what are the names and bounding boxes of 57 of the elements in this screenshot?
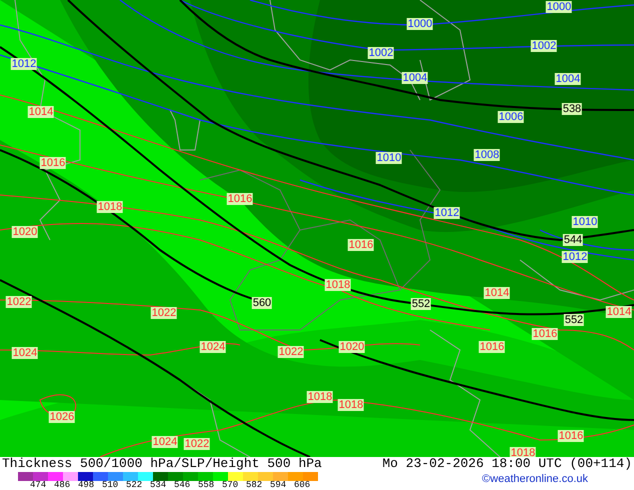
contour-label: 1022	[150, 307, 178, 319]
contour-label: 560	[252, 297, 272, 309]
contour-label: 1014	[484, 287, 510, 299]
contour-label: 1004	[554, 73, 582, 85]
contour-label: 1022	[6, 296, 32, 308]
legend-tick-label: 486	[54, 481, 72, 490]
contour-label: 1018	[306, 391, 334, 403]
legend-tick-label: 594	[270, 481, 288, 490]
contour-label: 1016	[40, 157, 66, 169]
legend-tick-label: 558	[198, 481, 216, 490]
contour-label: 1018	[510, 447, 536, 457]
legend-tick-label: 534	[150, 481, 168, 490]
legend-tick-label: 522	[126, 481, 144, 490]
legend-tick-label: 510	[102, 481, 120, 490]
legend-tick-label: 498	[78, 481, 96, 490]
contour-label: 1024	[152, 436, 178, 448]
contour-label: 1018	[96, 201, 124, 213]
legend-tick-label: 546	[174, 481, 192, 490]
contour-label: 538	[562, 103, 582, 115]
contour-label: 1012	[434, 207, 460, 219]
valid-time: Mo 23-02-2026 18:00 UTC (00+114)	[382, 457, 632, 471]
contour-label: 1018	[338, 399, 364, 411]
contour-label: 1016	[532, 328, 558, 340]
contour-label: 1010	[572, 216, 598, 228]
legend-tick-label: 474	[30, 481, 48, 490]
contour-label: 1016	[478, 341, 506, 353]
contour-label: 1020	[338, 341, 366, 353]
contour-label: 552	[564, 314, 584, 326]
contour-label: 1022	[278, 346, 304, 358]
contour-label: 1012	[562, 251, 588, 263]
contour-label: 1014	[606, 306, 632, 318]
contour-label: 1024	[200, 341, 226, 353]
contour-label: 1002	[530, 40, 558, 52]
legend-tick-label: 606	[294, 481, 312, 490]
contour-label: 1016	[226, 193, 254, 205]
contour-label: 1000	[406, 18, 434, 30]
contour-label: 552	[410, 298, 432, 310]
contour-label: 1006	[498, 111, 524, 123]
contour-label: 1024	[12, 347, 38, 359]
contour-label: 1022	[184, 438, 210, 450]
legend-tick-label: 582	[246, 481, 264, 490]
contour-label: 1016	[558, 430, 584, 442]
legend-tick-label: 570	[222, 481, 240, 490]
contour-label: 544	[562, 234, 584, 246]
contour-label: 1008	[474, 149, 500, 161]
contour-label: 1012	[10, 58, 38, 70]
chart-title: Thickness 500/1000 hPa/SLP/Height 500 hPa	[2, 457, 322, 471]
contour-label: 1010	[376, 152, 402, 164]
contour-label: 1026	[48, 411, 76, 423]
contour-label: 1014	[28, 106, 54, 118]
contour-label: 1020	[12, 226, 38, 238]
contour-label: 1018	[324, 279, 352, 291]
contour-label: 1000	[546, 1, 572, 13]
credit-link[interactable]: ©weatheronline.co.uk	[482, 473, 588, 485]
contour-label: 1002	[368, 47, 394, 59]
contour-label: 1004	[402, 72, 428, 84]
contour-label: 1016	[348, 239, 374, 251]
